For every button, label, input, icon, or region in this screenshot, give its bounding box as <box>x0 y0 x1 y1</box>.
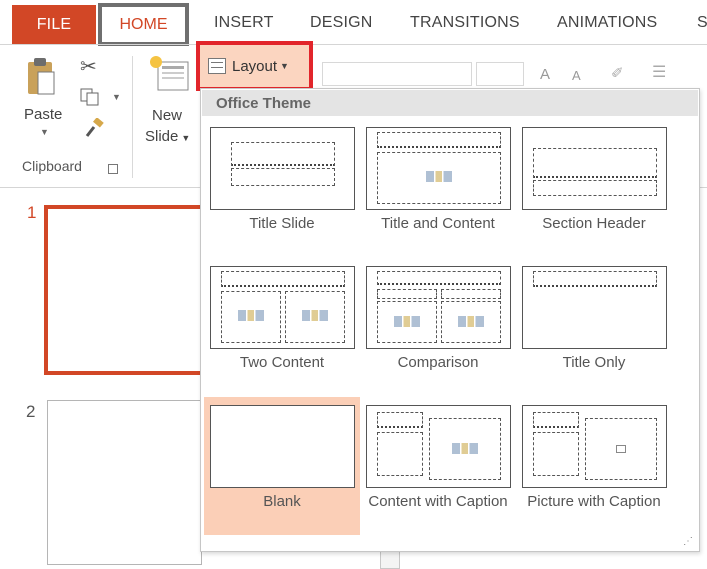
layout-label: Blank <box>263 493 301 510</box>
gallery-header: Office Theme <box>202 90 698 116</box>
layout-label: Section Header <box>542 215 646 232</box>
ribbon-tab-bar: FILE HOME INSERT DESIGN TRANSITIONS ANIM… <box>0 0 707 46</box>
layout-item-two-content[interactable]: Two Content <box>204 258 360 388</box>
paste-icon[interactable] <box>26 56 56 96</box>
font-size-box[interactable] <box>476 62 524 86</box>
tab-animations[interactable]: ANIMATIONS <box>557 14 657 32</box>
tab-file[interactable]: FILE <box>12 5 96 45</box>
layout-item-content-with-caption[interactable]: Content with Caption <box>360 397 516 537</box>
layout-label: Comparison <box>397 354 479 371</box>
layout-label: Content with Caption <box>368 493 508 510</box>
layout-thumbnail <box>210 266 355 349</box>
grow-font-button[interactable]: A <box>540 66 550 83</box>
layout-thumbnail <box>210 127 355 210</box>
layout-icon <box>208 58 226 74</box>
gallery-theme-title: Office Theme <box>216 95 312 112</box>
slide-thumbnail-1[interactable] <box>44 205 204 375</box>
slide-number-2: 2 <box>26 402 36 421</box>
chevron-down-icon: ▼ <box>280 61 289 71</box>
layout-label: Layout <box>232 57 278 75</box>
layout-thumbnail <box>522 405 667 488</box>
new-slide-label-line1[interactable]: New <box>152 107 182 124</box>
layout-button[interactable]: Layout ▼ <box>196 41 313 91</box>
layout-thumbnail <box>366 127 511 210</box>
paste-button[interactable]: Paste <box>24 106 62 123</box>
clipboard-launcher-icon[interactable] <box>108 164 118 174</box>
format-painter-icon[interactable] <box>85 118 105 138</box>
layout-label: Picture with Caption <box>527 493 661 510</box>
new-slide-label-line2[interactable]: Slide ▼ <box>145 128 190 145</box>
group-divider <box>132 56 133 178</box>
new-slide-text: Slide <box>145 128 179 145</box>
paste-dropdown-icon[interactable]: ▼ <box>40 127 49 137</box>
tab-transitions[interactable]: TRANSITIONS <box>410 14 520 32</box>
shrink-font-button[interactable]: A <box>572 68 581 83</box>
layout-item-section-header[interactable]: Section Header <box>516 119 672 249</box>
font-name-box[interactable] <box>322 62 472 86</box>
cut-icon[interactable]: ✂ <box>80 54 97 79</box>
layout-item-blank[interactable]: Blank <box>204 397 360 535</box>
layout-thumbnail <box>366 266 511 349</box>
layout-thumbnail <box>366 405 511 488</box>
copy-dropdown-icon[interactable]: ▼ <box>112 92 121 102</box>
clear-formatting-icon[interactable]: ✐ <box>611 64 624 82</box>
layout-label: Title and Content <box>381 215 495 232</box>
layout-thumbnail <box>522 266 667 349</box>
ribbon-divider <box>0 44 707 45</box>
layout-label: Title Only <box>562 354 626 371</box>
tab-slideshow-partial[interactable]: S <box>697 14 707 32</box>
layout-thumbnail <box>522 127 667 210</box>
layout-thumbnail <box>210 405 355 488</box>
layout-label: Title Slide <box>249 215 315 232</box>
layout-item-title-and-content[interactable]: Title and Content <box>360 119 516 249</box>
layout-item-title-slide[interactable]: Title Slide <box>204 119 360 249</box>
layout-gallery: Office Theme Title Slide Title and Conte… <box>200 88 700 552</box>
layout-item-title-only[interactable]: Title Only <box>516 258 672 388</box>
slide-number-1: 1 <box>27 203 37 222</box>
layout-label: Two Content <box>239 354 325 371</box>
tab-home[interactable]: HOME <box>98 3 189 46</box>
clipboard-group-label: Clipboard <box>22 158 82 174</box>
layout-item-picture-with-caption[interactable]: Picture with Caption <box>516 397 672 537</box>
tab-design[interactable]: DESIGN <box>310 14 373 32</box>
slide-thumbnail-2[interactable] <box>47 400 202 565</box>
new-slide-icon[interactable] <box>148 54 192 94</box>
bullets-icon[interactable]: ☰ <box>652 62 666 82</box>
copy-icon[interactable] <box>80 88 100 106</box>
layout-item-comparison[interactable]: Comparison <box>360 258 516 388</box>
tab-insert[interactable]: INSERT <box>214 14 274 32</box>
resize-grip-icon[interactable]: ⋰ <box>683 536 693 547</box>
chevron-down-icon: ▼ <box>181 133 191 143</box>
